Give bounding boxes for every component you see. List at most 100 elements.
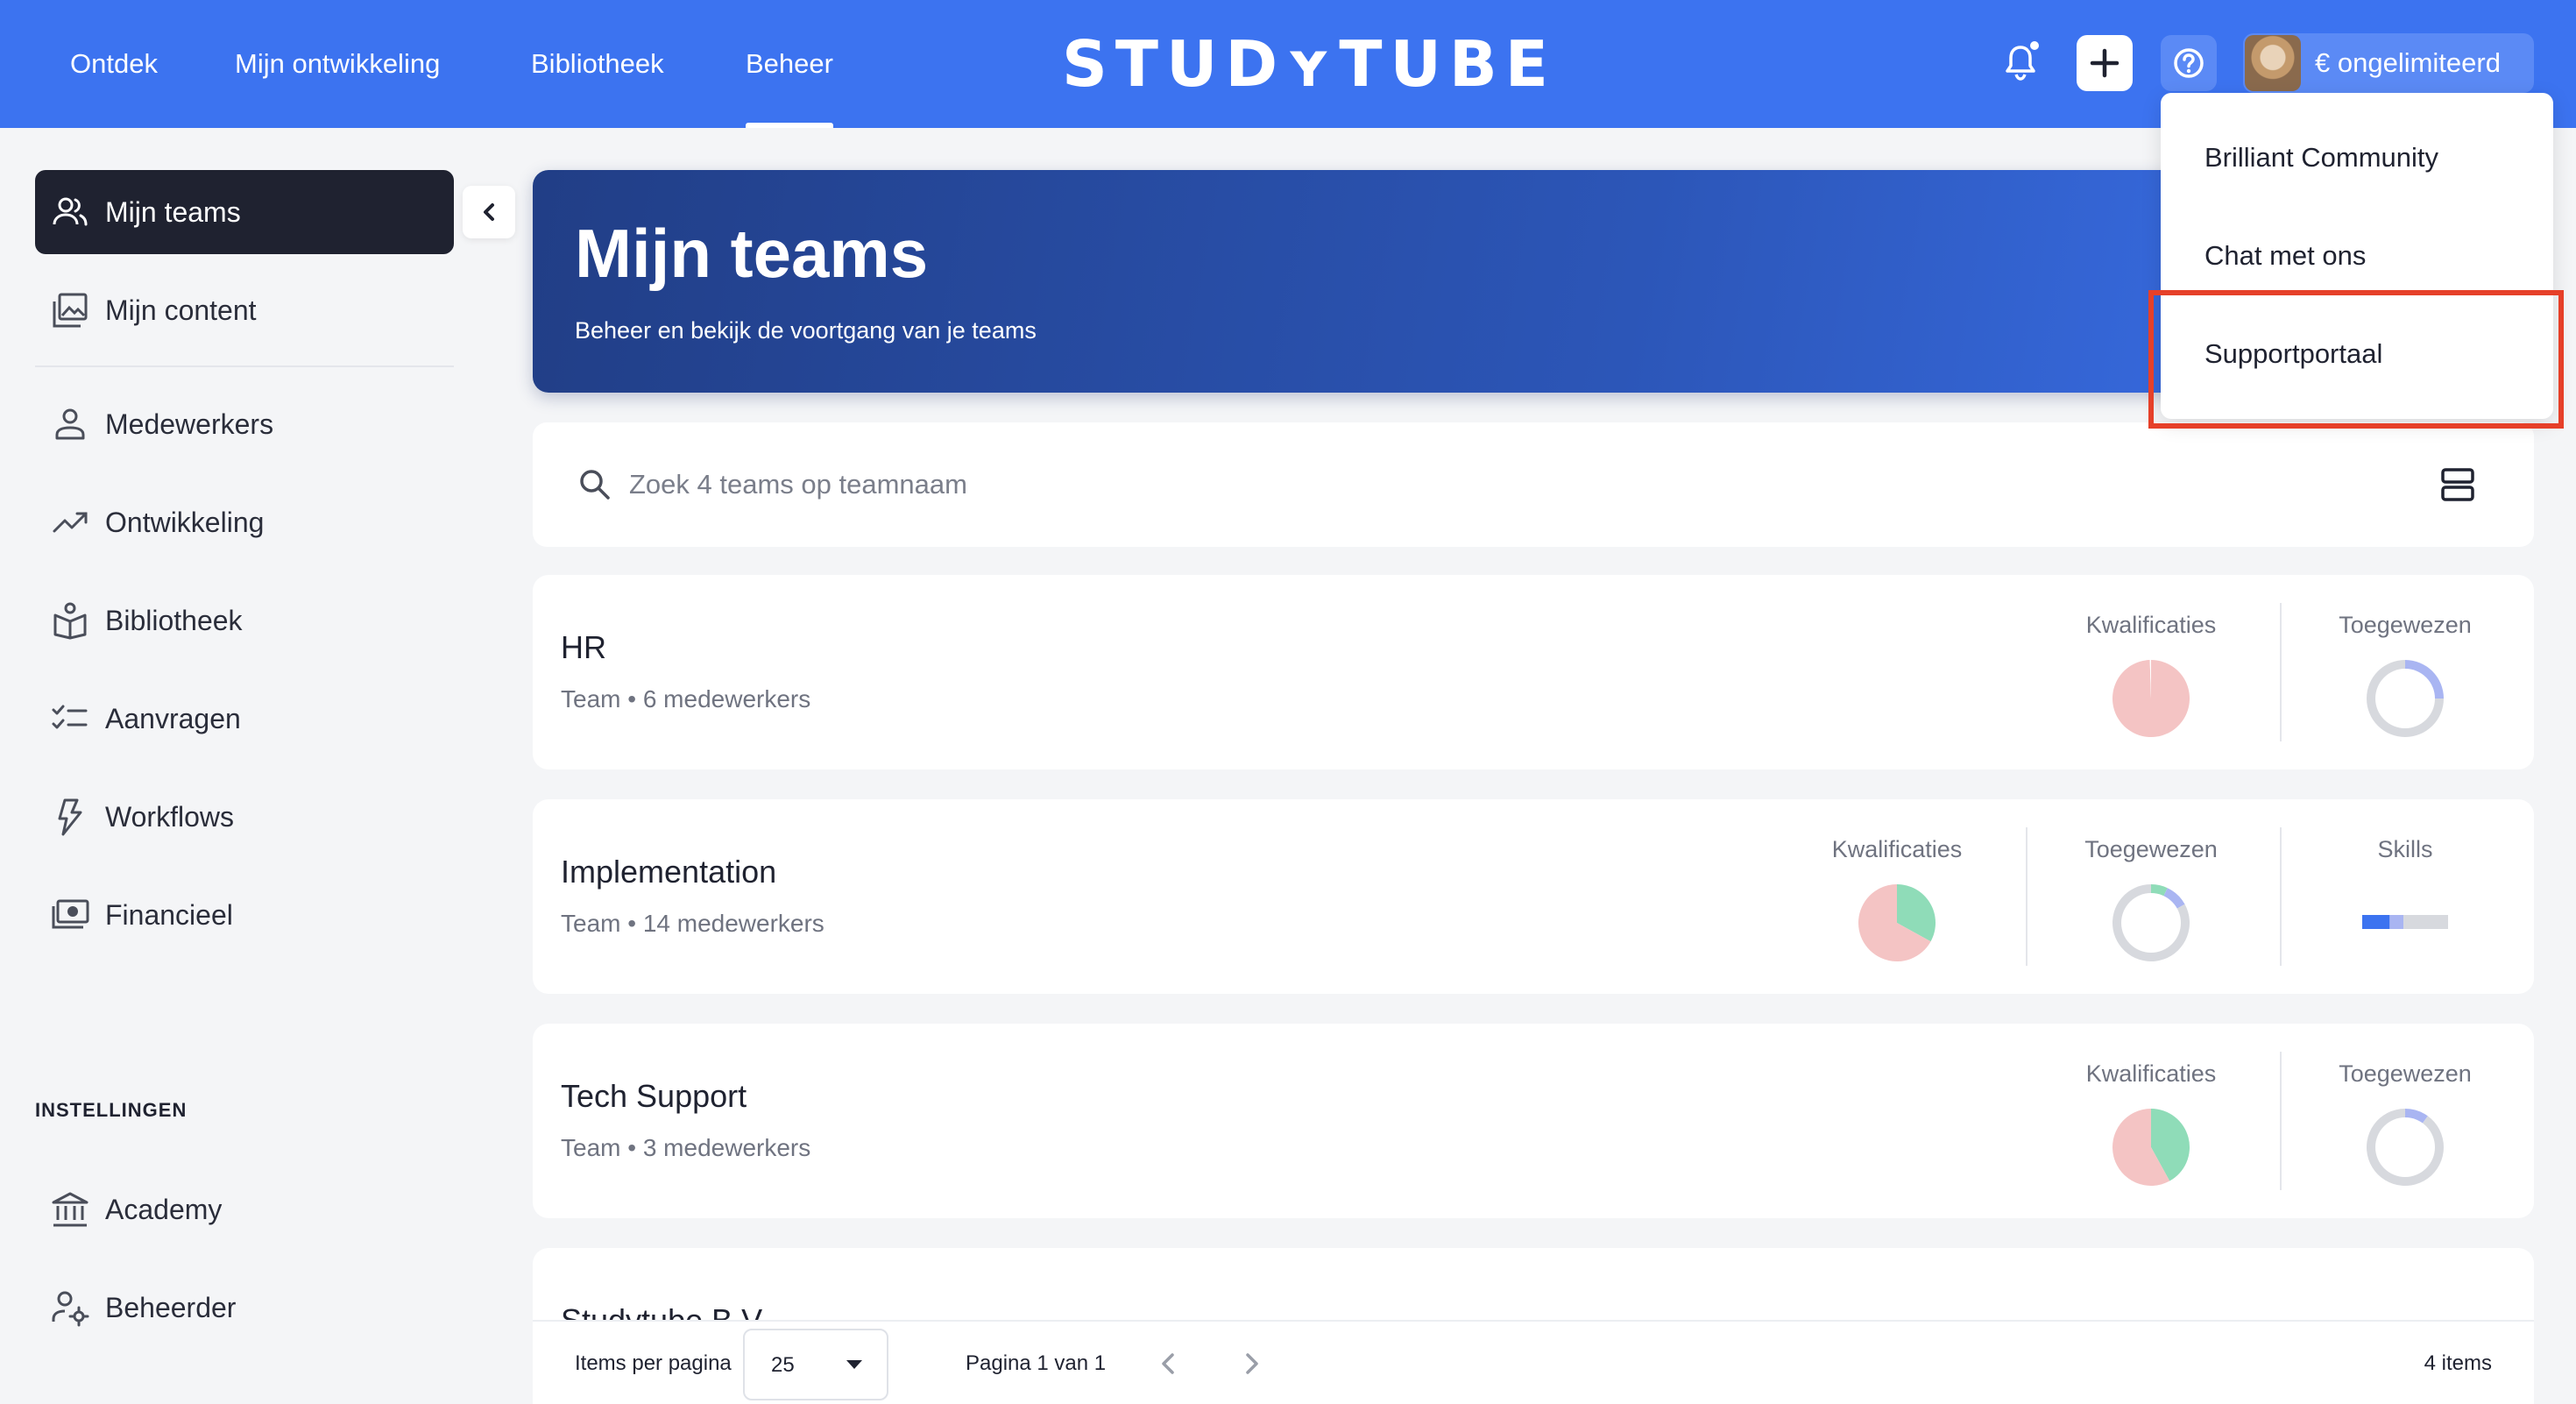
page-title: Mijn teams xyxy=(575,215,929,292)
search-icon xyxy=(580,470,610,500)
team-card-tech-support[interactable]: Tech Support Team • 3 medewerkers Kwalif… xyxy=(533,1024,2534,1218)
team-card-implementation[interactable]: Implementation Team • 14 medewerkers Kwa… xyxy=(533,799,2534,994)
menu-item-supportportaal[interactable]: Supportportaal xyxy=(2204,338,2382,370)
metric-label: Toegewezen xyxy=(2339,612,2472,638)
team-name[interactable]: HR xyxy=(561,629,606,666)
caret-down-icon xyxy=(846,1360,862,1369)
sidebar-item-mijn-content[interactable]: Mijn content xyxy=(35,268,454,352)
sidebar-item-financieel[interactable]: Financieel xyxy=(35,873,454,957)
page-subtitle: Beheer en bekijk de voortgang van je tea… xyxy=(575,317,1037,344)
nav-item-mijn-ontwikkeling[interactable]: Mijn ontwikkeling xyxy=(235,0,440,128)
trend-up-icon xyxy=(53,512,88,533)
sidebar-item-medewerkers[interactable]: Medewerkers xyxy=(35,382,454,466)
library-icon xyxy=(53,602,87,640)
checklist-icon xyxy=(52,705,88,729)
sidebar-item-ontwikkeling[interactable]: Ontwikkeling xyxy=(35,480,454,564)
sidebar-item-label: Workflows xyxy=(105,801,234,833)
metric-chart xyxy=(2112,884,2190,961)
items-per-page-select[interactable]: 25 xyxy=(743,1329,888,1400)
metric-skills: Skills xyxy=(2278,799,2532,994)
metric-toegewezen: Toegewezen xyxy=(2278,575,2532,769)
metric-label: Kwalificaties xyxy=(2085,1060,2217,1087)
metric-toegewezen: Toegewezen xyxy=(2278,1024,2532,1218)
question-circle-icon xyxy=(2174,48,2204,78)
sidebar-item-label: Aanvragen xyxy=(105,703,241,734)
total-items-count: 4 items xyxy=(2424,1351,2492,1375)
sidebar-item-workflows[interactable]: Workflows xyxy=(35,775,454,859)
team-name[interactable]: Tech Support xyxy=(561,1078,747,1115)
items-per-page-label: Items per pagina xyxy=(575,1351,732,1375)
metric-label: Kwalificaties xyxy=(1831,836,1963,862)
menu-item-chat-met-ons[interactable]: Chat met ons xyxy=(2204,240,2366,272)
items-per-page-value: 25 xyxy=(771,1353,795,1377)
bar-segment xyxy=(2389,915,2404,929)
studytube-logo[interactable]: STUDʏTUBE xyxy=(1062,32,1556,96)
metric-kwalificaties: Kwalificaties xyxy=(2024,575,2278,769)
team-card-hr[interactable]: HR Team • 6 medewerkers Kwalificaties To… xyxy=(533,575,2534,769)
sidebar-item-label: Bibliotheek xyxy=(105,605,243,636)
users-icon xyxy=(53,197,88,226)
search-card xyxy=(533,422,2534,547)
sidebar-item-aanvragen[interactable]: Aanvragen xyxy=(35,677,454,761)
team-meta: Team • 3 medewerkers xyxy=(561,1134,811,1161)
donut-hole xyxy=(2121,893,2181,953)
sidebar-divider xyxy=(35,365,454,367)
team-meta: Team • 6 medewerkers xyxy=(561,685,811,713)
create-button[interactable] xyxy=(2077,35,2133,91)
nav-item-beheer[interactable]: Beheer xyxy=(746,0,833,128)
sidebar-section-heading: INSTELLINGEN xyxy=(35,1099,188,1121)
metric-kwalificaties: Kwalificaties xyxy=(1770,799,2024,994)
sidebar-item-beheerder[interactable]: Beheerder xyxy=(35,1266,454,1350)
team-name[interactable]: Implementation xyxy=(561,854,776,890)
pagination-bar: Items per pagina 25 Pagina 1 van 1 4 ite… xyxy=(533,1320,2534,1404)
page-info: Pagina 1 van 1 xyxy=(966,1351,1107,1375)
images-icon xyxy=(53,293,88,328)
sidebar-item-bibliotheek[interactable]: Bibliotheek xyxy=(35,578,454,663)
metric-label: Toegewezen xyxy=(2339,1060,2472,1087)
avatar[interactable] xyxy=(2245,35,2301,91)
metric-toegewezen: Toegewezen xyxy=(2024,799,2278,994)
previous-page-icon[interactable] xyxy=(1153,1348,1185,1379)
next-page-icon[interactable] xyxy=(1235,1348,1267,1379)
sidebar-item-label: Financieel xyxy=(105,899,233,931)
lightning-icon xyxy=(58,798,82,836)
bar-segment xyxy=(2362,915,2390,929)
sidebar-item-label: Ontwikkeling xyxy=(105,507,265,538)
sidebar-item-academy[interactable]: Academy xyxy=(35,1167,454,1252)
account-plan-label[interactable]: € ongelimiteerd xyxy=(2315,33,2501,93)
metric-label: Skills xyxy=(2377,836,2433,862)
help-dropdown-menu: Brilliant Community Chat met ons Support… xyxy=(2161,93,2553,419)
nav-item-bibliotheek[interactable]: Bibliotheek xyxy=(531,0,664,128)
sidebar-item-label: Beheerder xyxy=(105,1292,237,1323)
sidebar-item-label: Mijn content xyxy=(105,294,257,326)
donut-hole xyxy=(2375,669,2435,728)
menu-item-brilliant-community[interactable]: Brilliant Community xyxy=(2204,142,2438,174)
user-gear-icon xyxy=(52,1291,89,1327)
institution-icon xyxy=(52,1192,88,1227)
notification-dot xyxy=(2028,39,2042,53)
sidebar-item-label: Mijn teams xyxy=(105,196,241,228)
metric-chart xyxy=(2112,660,2190,737)
money-icon xyxy=(52,899,89,929)
metric-chart xyxy=(1858,884,1936,961)
sidebar-item-mijn-teams[interactable]: Mijn teams xyxy=(35,170,454,254)
metric-kwalificaties: Kwalificaties xyxy=(2024,1024,2278,1218)
chevron-left-icon xyxy=(484,203,494,221)
metric-label: Kwalificaties xyxy=(2085,612,2217,638)
metric-label: Toegewezen xyxy=(2084,836,2218,862)
nav-item-ontdek[interactable]: Ontdek xyxy=(70,0,158,128)
metric-chart xyxy=(2367,660,2444,737)
skills-progress-bar xyxy=(2362,915,2448,929)
help-button[interactable] xyxy=(2161,35,2217,91)
donut-hole xyxy=(2375,1117,2435,1177)
list-view-icon[interactable] xyxy=(2438,464,2478,505)
metric-chart xyxy=(2367,1109,2444,1186)
sidebar-collapse-button[interactable] xyxy=(463,186,515,238)
sidebar-item-label: Academy xyxy=(105,1194,223,1225)
sidebar-item-label: Medewerkers xyxy=(105,408,274,440)
bar-segment xyxy=(2403,915,2448,929)
plus-icon xyxy=(2090,48,2120,78)
user-icon xyxy=(55,408,85,440)
search-input[interactable] xyxy=(629,457,2294,512)
metric-chart xyxy=(2112,1109,2190,1186)
